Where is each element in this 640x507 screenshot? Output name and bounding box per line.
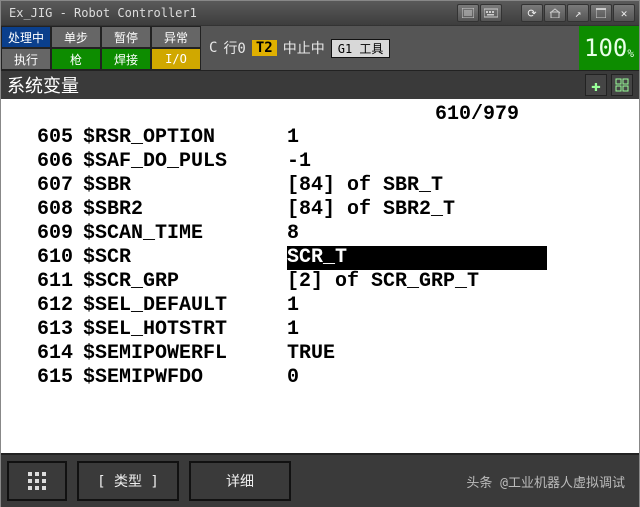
list-item[interactable]: 610$SCRSCR_T xyxy=(15,246,639,270)
line-number: 605 xyxy=(15,126,73,150)
var-name: $SBR xyxy=(73,174,287,198)
line-number: 613 xyxy=(15,318,73,342)
var-name: $SCAN_TIME xyxy=(73,222,287,246)
line-number: 608 xyxy=(15,198,73,222)
footer-toolbar: [ 类型 ] 详细 头条 @工业机器人虚拟调试 xyxy=(1,453,639,507)
var-value: 1 xyxy=(287,318,639,342)
list-item[interactable]: 608$SBR2[84] of SBR2_T xyxy=(15,198,639,222)
home-icon[interactable] xyxy=(544,4,566,22)
error-button[interactable]: 异常 xyxy=(151,26,201,48)
status-c: C xyxy=(209,40,217,56)
credit-text: 头条 @工业机器人虚拟调试 xyxy=(301,472,633,491)
pause-button[interactable]: 暂停 xyxy=(101,26,151,48)
list-item[interactable]: 607$SBR[84] of SBR_T xyxy=(15,174,639,198)
var-name: $RSR_OPTION xyxy=(73,126,287,150)
var-value: -1 xyxy=(287,150,639,174)
list-item[interactable]: 615$SEMIPWFDO0 xyxy=(15,366,639,390)
processing-button[interactable]: 处理中 xyxy=(1,26,51,48)
line-number: 607 xyxy=(15,174,73,198)
page-title: 系统变量 xyxy=(7,72,79,98)
refresh-icon[interactable]: ⟳ xyxy=(521,4,543,22)
gun-button[interactable]: 枪 xyxy=(51,48,101,70)
window-titlebar: Ex_JIG - Robot Controller1 ⟳ ↗ ✕ xyxy=(1,1,639,25)
speed-percent[interactable]: 100% xyxy=(579,26,639,70)
var-value: 0 xyxy=(287,366,639,390)
var-name: $SCR xyxy=(73,246,287,270)
detail-button[interactable]: 详细 xyxy=(189,461,291,501)
line-number: 611 xyxy=(15,270,73,294)
execute-button[interactable]: 执行 xyxy=(1,48,51,70)
line-number: 609 xyxy=(15,222,73,246)
page-indicator: 610/979 xyxy=(1,99,639,126)
var-value: 1 xyxy=(287,126,639,150)
status-line: 行0 xyxy=(223,38,245,58)
var-value: [84] of SBR_T xyxy=(287,174,639,198)
io-button[interactable]: I/O xyxy=(151,48,201,70)
var-name: $SEMIPWFDO xyxy=(73,366,287,390)
step-button[interactable]: 单步 xyxy=(51,26,101,48)
var-value: 8 xyxy=(287,222,639,246)
var-value: SCR_T xyxy=(287,246,639,270)
var-name: $SAF_DO_PULS xyxy=(73,150,287,174)
var-value: TRUE xyxy=(287,342,639,366)
type-button[interactable]: [ 类型 ] xyxy=(77,461,179,501)
var-value: 1 xyxy=(287,294,639,318)
add-icon[interactable]: ✚ xyxy=(585,74,607,96)
list-icon[interactable] xyxy=(457,4,479,22)
variable-list-panel: 610/979 605$RSR_OPTION1606$SAF_DO_PULS-1… xyxy=(1,99,639,453)
status-t2: T2 xyxy=(252,40,277,56)
var-value: [2] of SCR_GRP_T xyxy=(287,270,639,294)
close-icon[interactable]: ✕ xyxy=(613,4,635,22)
var-value: [84] of SBR2_T xyxy=(287,198,639,222)
line-number: 606 xyxy=(15,150,73,174)
line-number: 615 xyxy=(15,366,73,390)
line-number: 614 xyxy=(15,342,73,366)
apps-button[interactable] xyxy=(7,461,67,501)
status-readout: C 行0 T2 中止中 G1 工具 xyxy=(201,26,579,70)
var-name: $SEMIPOWERFL xyxy=(73,342,287,366)
expand-icon[interactable]: ↗ xyxy=(567,4,589,22)
var-name: $SCR_GRP xyxy=(73,270,287,294)
window-title: Ex_JIG - Robot Controller1 xyxy=(5,6,456,20)
list-item[interactable]: 612$SEL_DEFAULT1 xyxy=(15,294,639,318)
status-toolbar: 处理中 执行 单步 枪 暂停 焊接 异常 I/O C 行0 T2 中止中 G1 … xyxy=(1,25,639,71)
list-item[interactable]: 609$SCAN_TIME8 xyxy=(15,222,639,246)
list-item[interactable]: 606$SAF_DO_PULS-1 xyxy=(15,150,639,174)
fullscreen-icon[interactable] xyxy=(590,4,612,22)
variable-list[interactable]: 605$RSR_OPTION1606$SAF_DO_PULS-1607$SBR[… xyxy=(1,126,639,390)
weld-button[interactable]: 焊接 xyxy=(101,48,151,70)
status-abort: 中止中 xyxy=(283,38,325,58)
page-header: 系统变量 ✚ xyxy=(1,71,639,99)
list-item[interactable]: 611$SCR_GRP[2] of SCR_GRP_T xyxy=(15,270,639,294)
line-number: 610 xyxy=(15,246,73,270)
list-item[interactable]: 614$SEMIPOWERFLTRUE xyxy=(15,342,639,366)
var-name: $SBR2 xyxy=(73,198,287,222)
keyboard-icon[interactable] xyxy=(480,4,502,22)
line-number: 612 xyxy=(15,294,73,318)
var-name: $SEL_DEFAULT xyxy=(73,294,287,318)
var-name: $SEL_HOTSTRT xyxy=(73,318,287,342)
list-item[interactable]: 613$SEL_HOTSTRT1 xyxy=(15,318,639,342)
menu-icon[interactable] xyxy=(611,74,633,96)
list-item[interactable]: 605$RSR_OPTION1 xyxy=(15,126,639,150)
tool-selector[interactable]: G1 工具 xyxy=(331,39,391,58)
